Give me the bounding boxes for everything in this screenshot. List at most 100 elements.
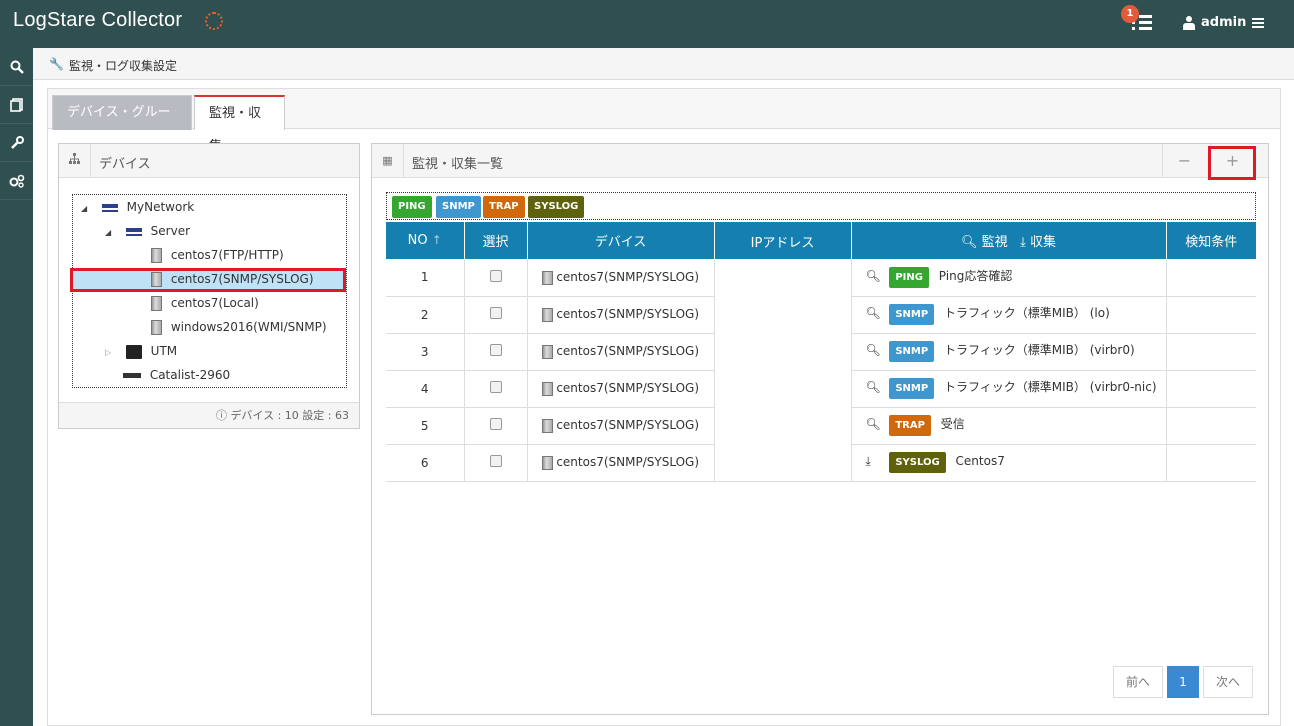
col-condition: 検知条件 xyxy=(1166,222,1256,259)
table-row[interactable]: 3 centos7(SNMP/SYSLOG) 🔍︎ SNMP トラフィック（標準… xyxy=(386,333,1256,371)
row-no: 1 xyxy=(386,259,465,297)
tree-node-label: Server xyxy=(150,224,191,238)
monitor-list-panel: ▦ 監視・収集一覧 − + PING SNMP TRAP SYSLOG NO ↑ xyxy=(371,143,1269,715)
row-ip xyxy=(714,407,852,444)
minus-icon: − xyxy=(1177,151,1192,170)
server-icon xyxy=(541,270,553,285)
row-select xyxy=(464,259,528,297)
row-checkbox[interactable] xyxy=(489,381,502,393)
row-device: centos7(SNMP/SYSLOG) xyxy=(527,444,715,482)
remove-button[interactable]: − xyxy=(1162,144,1206,178)
search-icon[interactable]: 🔍︎ xyxy=(866,343,881,357)
tree-node-centos7-local[interactable]: centos7(Local) xyxy=(151,292,259,314)
row-no: 2 xyxy=(386,296,465,334)
tree-node-mynetwork[interactable]: ◢ MyNetwork xyxy=(81,196,194,218)
loading-spinner-icon xyxy=(205,12,223,30)
row-device: centos7(SNMP/SYSLOG) xyxy=(527,296,715,334)
search-icon[interactable]: 🔍︎ xyxy=(866,269,881,283)
sidebar xyxy=(0,48,33,726)
row-monitor: 🔍︎ PING Ping応答確認 xyxy=(851,259,1167,297)
collapsed-toggle-icon[interactable]: ▷ xyxy=(105,342,115,364)
row-ip xyxy=(714,296,852,333)
list-panel-header: ▦ 監視・収集一覧 − + xyxy=(372,144,1268,178)
row-desc: トラフィック（標準MIB） (lo) xyxy=(944,306,1110,320)
search-icon: 🔍︎ xyxy=(961,235,978,250)
row-monitor: 🔍︎ SNMP トラフィック（標準MIB） (virbr0-nic) xyxy=(851,370,1167,408)
server-icon xyxy=(541,455,553,470)
server-icon xyxy=(151,320,162,335)
tree-node-windows2016[interactable]: windows2016(WMI/SNMP) xyxy=(151,316,327,338)
col-select: 選択 xyxy=(464,222,528,259)
row-select xyxy=(464,407,528,445)
user-menu-button[interactable]: admin xyxy=(1183,15,1268,30)
tree-node-utm[interactable]: ▷ UTM xyxy=(105,340,177,362)
row-desc: Centos7 xyxy=(955,454,1005,468)
row-checkbox[interactable] xyxy=(489,269,502,282)
page-1-button[interactable]: 1 xyxy=(1167,666,1199,698)
tree-node-server[interactable]: ◢ Server xyxy=(105,220,190,242)
filter-ping[interactable]: PING xyxy=(392,196,432,218)
row-monitor: ⤓ SYSLOG Centos7 xyxy=(851,444,1167,482)
row-checkbox[interactable] xyxy=(489,344,502,356)
network-icon xyxy=(101,203,118,212)
col-no[interactable]: NO ↑ xyxy=(386,222,465,259)
col-device: デバイス xyxy=(527,222,715,259)
tree-node-label: MyNetwork xyxy=(126,200,195,214)
type-label: SYSLOG xyxy=(889,452,946,473)
filter-syslog[interactable]: SYSLOG xyxy=(528,196,585,218)
row-monitor: 🔍︎ TRAP 受信 xyxy=(851,407,1167,445)
prev-page-button[interactable]: 前へ xyxy=(1113,666,1163,698)
server-icon xyxy=(541,381,553,396)
row-select xyxy=(464,444,528,482)
page-title: 監視・ログ収集設定 xyxy=(69,59,178,73)
col-ip: IPアドレス xyxy=(714,222,852,259)
row-checkbox[interactable] xyxy=(489,307,502,319)
row-no: 3 xyxy=(386,333,465,371)
row-monitor: 🔍︎ SNMP トラフィック（標準MIB） (virbr0) xyxy=(851,333,1167,371)
search-icon[interactable]: 🔍︎ xyxy=(866,306,881,320)
row-device: centos7(SNMP/SYSLOG) xyxy=(527,407,715,445)
tree-node-catalist-2960[interactable]: Catalist-2960 xyxy=(123,364,230,386)
row-condition xyxy=(1166,333,1256,371)
top-bar: LogStare Collector 1 admin xyxy=(0,0,1294,48)
device-panel-title: デバイス xyxy=(99,157,151,172)
row-select xyxy=(464,296,528,334)
next-page-button[interactable]: 次へ xyxy=(1203,666,1253,698)
tree-node-label: windows2016(WMI/SNMP) xyxy=(170,320,327,334)
filter-snmp[interactable]: SNMP xyxy=(436,196,481,218)
sidebar-system-button[interactable] xyxy=(0,162,33,200)
row-select xyxy=(464,370,528,408)
table-row[interactable]: 5 centos7(SNMP/SYSLOG) 🔍︎ TRAP 受信 xyxy=(386,407,1256,445)
row-no: 5 xyxy=(386,407,465,445)
wrench-icon: 🔧 xyxy=(49,57,64,71)
tab-monitor-collect[interactable]: 監視・収集 xyxy=(194,95,285,154)
highlight-box xyxy=(1208,146,1256,180)
expanded-toggle-icon[interactable]: ◢ xyxy=(81,198,91,220)
row-ip xyxy=(714,444,852,482)
type-label: SNMP xyxy=(889,304,935,325)
row-ip xyxy=(714,333,852,370)
sidebar-search-button[interactable] xyxy=(0,48,33,86)
notification-badge[interactable]: 1 xyxy=(1121,5,1139,23)
sidebar-settings-button[interactable] xyxy=(0,124,33,162)
monitor-table: NO ↑ 選択 デバイス IPアドレス 🔍︎ 監視 ⤓ 収集 検知条件 1 ce… xyxy=(386,222,1256,482)
expanded-toggle-icon[interactable]: ◢ xyxy=(105,222,115,244)
wrench-icon xyxy=(10,135,24,149)
tab-device-group[interactable]: デバイス・グループ xyxy=(52,95,192,153)
sidebar-report-button[interactable] xyxy=(0,86,33,124)
table-row[interactable]: 4 centos7(SNMP/SYSLOG) 🔍︎ SNMP トラフィック（標準… xyxy=(386,370,1256,408)
table-row[interactable]: 6 centos7(SNMP/SYSLOG) ⤓ SYSLOG Centos7 xyxy=(386,444,1256,482)
app-title[interactable]: LogStare Collector xyxy=(13,9,182,32)
table-row[interactable]: 2 centos7(SNMP/SYSLOG) 🔍︎ SNMP トラフィック（標準… xyxy=(386,296,1256,334)
search-icon[interactable]: 🔍︎ xyxy=(866,380,881,394)
filter-trap[interactable]: TRAP xyxy=(483,196,525,218)
search-icon[interactable]: 🔍︎ xyxy=(866,417,881,431)
table-row[interactable]: 1 centos7(SNMP/SYSLOG) 🔍︎ PING Ping応答確認 xyxy=(386,259,1256,297)
row-checkbox[interactable] xyxy=(489,418,502,430)
row-checkbox[interactable] xyxy=(489,455,502,467)
row-ip xyxy=(714,259,852,296)
tree-node-centos7-ftp-http[interactable]: centos7(FTP/HTTP) xyxy=(151,244,284,266)
sort-asc-icon[interactable]: ↑ xyxy=(432,233,442,247)
row-no: 6 xyxy=(386,444,465,482)
download-icon[interactable]: ⤓ xyxy=(866,454,880,469)
